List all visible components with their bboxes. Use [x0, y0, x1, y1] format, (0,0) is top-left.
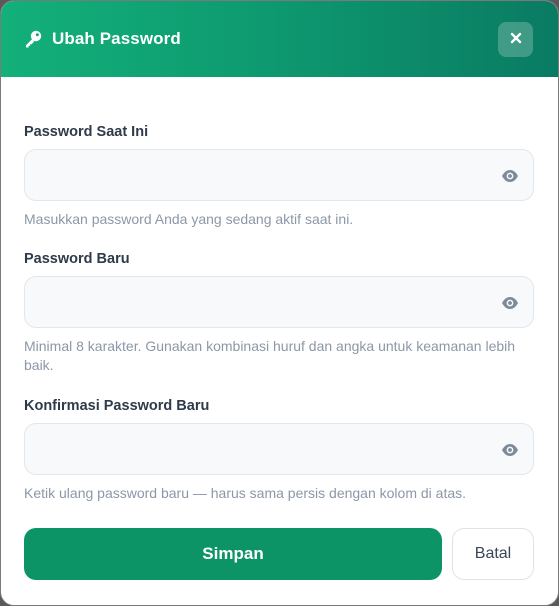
confirm-password-hint: Ketik ulang password baru — harus sama p…	[24, 485, 467, 501]
current-password-input[interactable]	[25, 150, 485, 200]
dialog-header: Ubah Password	[1, 1, 558, 77]
dialog-title: Ubah Password	[52, 29, 181, 48]
key-icon	[23, 29, 43, 49]
new-password-label: Password Baru	[24, 251, 130, 267]
eye-icon[interactable]	[501, 294, 519, 312]
current-password-hint: Masukkan password Anda yang sedang aktif…	[24, 211, 354, 227]
current-password-label: Password Saat Ini	[24, 124, 149, 140]
current-password-field-wrapper	[24, 149, 534, 201]
eye-icon[interactable]	[501, 441, 519, 459]
new-password-hint: Minimal 8 karakter. Gunakan kombinasi hu…	[24, 338, 516, 373]
save-button[interactable]: Simpan	[24, 528, 442, 580]
close-icon	[510, 31, 522, 49]
cancel-button[interactable]: Batal	[452, 528, 534, 580]
confirm-password-field-wrapper	[24, 423, 534, 475]
close-button[interactable]	[498, 22, 533, 57]
eye-icon[interactable]	[501, 167, 519, 185]
confirm-password-label: Konfirmasi Password Baru	[24, 398, 210, 414]
change-password-dialog: Ubah Password Password Saat Ini Masukkan…	[0, 0, 559, 606]
confirm-password-input[interactable]	[25, 424, 485, 474]
new-password-input[interactable]	[25, 277, 485, 327]
new-password-field-wrapper	[24, 276, 534, 328]
